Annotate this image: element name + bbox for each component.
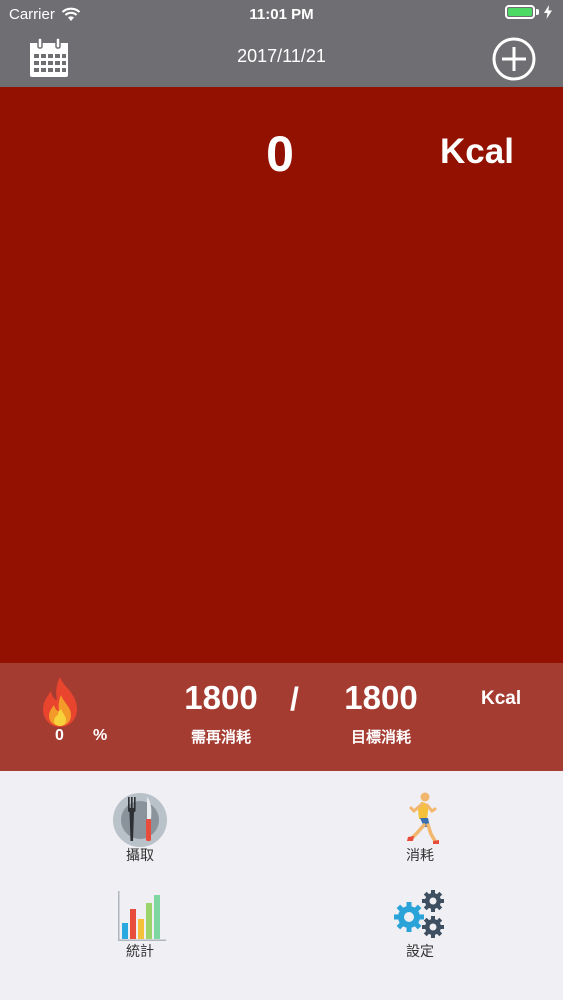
separator: / bbox=[290, 681, 299, 717]
battery-tip bbox=[536, 9, 539, 15]
target-value: 1800 bbox=[344, 679, 418, 716]
menu-label-intake: 攝取 bbox=[126, 847, 154, 863]
status-time: 11:01 PM bbox=[249, 6, 314, 23]
nav-date-title[interactable]: 2017/11/21 bbox=[0, 46, 563, 67]
fork-knife-plate-icon bbox=[113, 793, 167, 847]
status-right bbox=[505, 5, 553, 19]
remaining-label: 需再消耗 bbox=[190, 729, 251, 746]
add-circle-icon[interactable] bbox=[491, 36, 537, 82]
summary-bar: 0 % 1800 需再消耗 / 1800 目標消耗 Kcal bbox=[0, 663, 563, 771]
flame-icon bbox=[43, 677, 77, 727]
calorie-value: 0 bbox=[266, 126, 294, 182]
calorie-unit: Kcal bbox=[440, 132, 514, 171]
nav-bar: 2017/11/21 bbox=[0, 30, 563, 87]
charging-bolt-icon bbox=[544, 5, 552, 19]
battery-level bbox=[508, 8, 532, 16]
target-label: 目標消耗 bbox=[350, 729, 411, 746]
menu-item-burn[interactable]: 消耗 bbox=[360, 791, 480, 881]
menu-item-intake[interactable]: 攝取 bbox=[80, 791, 200, 881]
status-bar: Carrier 11:01 PM bbox=[0, 0, 563, 30]
menu-label-burn: 消耗 bbox=[406, 847, 434, 863]
gears-icon bbox=[394, 890, 444, 938]
menu-area: 攝取 消耗 統計 設定 bbox=[0, 771, 563, 1000]
runner-icon bbox=[407, 792, 439, 844]
menu-item-settings[interactable]: 設定 bbox=[360, 887, 480, 977]
menu-item-stats[interactable]: 統計 bbox=[80, 887, 200, 977]
percent-unit: % bbox=[93, 727, 108, 744]
calorie-panel: 0 Kcal bbox=[0, 87, 563, 663]
bar-chart-icon bbox=[118, 891, 166, 941]
battery-icon bbox=[505, 5, 535, 19]
menu-label-stats: 統計 bbox=[126, 943, 154, 959]
remaining-value: 1800 bbox=[184, 679, 258, 716]
summary-unit: Kcal bbox=[481, 688, 522, 709]
menu-label-settings: 設定 bbox=[406, 943, 434, 959]
percent-value: 0 bbox=[55, 727, 64, 744]
